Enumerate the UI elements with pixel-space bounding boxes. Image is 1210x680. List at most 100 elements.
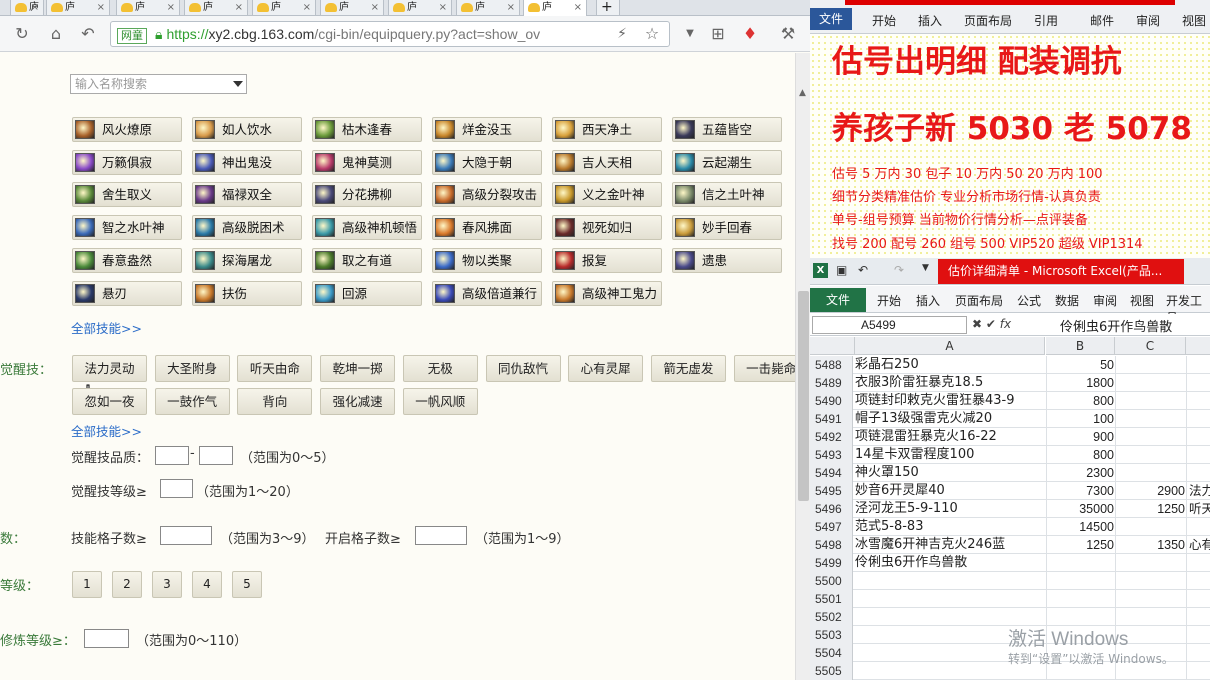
cell-c[interactable] xyxy=(1115,356,1185,374)
cell-d[interactable]: 法力 xyxy=(1186,482,1210,500)
excel-ribbon-tab[interactable]: 数据 xyxy=(1055,292,1079,309)
excel-ribbon-tab[interactable]: 开始 xyxy=(877,292,901,309)
all-awaken-skills-link[interactable]: 全部技能>> xyxy=(71,421,142,440)
cell-a[interactable]: 帽子13级强雷克火减20 xyxy=(855,410,1045,428)
cell-a[interactable]: 范式5-8-83 xyxy=(855,518,1045,536)
skill-button[interactable]: 智之水叶神 xyxy=(72,215,182,240)
skill-button[interactable]: 悬刃 xyxy=(72,281,182,306)
tab-close-icon[interactable]: × xyxy=(574,0,582,15)
cell-b[interactable]: 800 xyxy=(1046,392,1114,410)
cell-c[interactable] xyxy=(1115,446,1185,464)
cell-b[interactable]: 1250 xyxy=(1046,536,1114,554)
star-icon[interactable]: ☆ xyxy=(642,24,662,44)
tab-close-icon[interactable]: × xyxy=(167,0,175,15)
row-number[interactable]: 5504 xyxy=(810,644,853,662)
word-ribbon-tab[interactable]: 插入 xyxy=(918,12,942,29)
cell-a[interactable] xyxy=(855,572,1045,590)
tab-close-icon[interactable]: × xyxy=(507,0,515,15)
cell-d[interactable] xyxy=(1186,464,1210,482)
url-bar[interactable]: 网童 🔒︎ https://xy2.cbg.163.com/cgi-bin/equi… xyxy=(110,21,670,47)
cell-a[interactable]: 彩晶石250 xyxy=(855,356,1045,374)
row-number[interactable]: 5501 xyxy=(810,590,853,608)
fx-icon[interactable]: fx xyxy=(1000,317,1011,331)
browser-tab[interactable]: 庐 × xyxy=(388,0,452,16)
cancel-icon[interactable]: ✖ xyxy=(972,317,982,331)
skill-button[interactable]: 高级神工鬼力 xyxy=(552,281,662,306)
level-option-button[interactable]: 2 xyxy=(112,571,142,598)
cell-d[interactable] xyxy=(1186,662,1210,680)
cell-b[interactable]: 1800 xyxy=(1046,374,1114,392)
lightning-icon[interactable]: ⚡︎ xyxy=(612,24,632,44)
skill-button[interactable]: 回源 xyxy=(312,281,422,306)
skill-button[interactable]: 云起潮生 xyxy=(672,150,782,175)
word-ribbon-tab[interactable]: 引用 xyxy=(1034,12,1058,29)
cell-d[interactable] xyxy=(1186,590,1210,608)
cell-c[interactable]: 2900 xyxy=(1115,482,1185,500)
skill-button[interactable]: 高级倍道兼行 xyxy=(432,281,542,306)
word-file-tab[interactable]: 文件 xyxy=(810,8,852,30)
skill-button[interactable]: 报复 xyxy=(552,248,662,273)
row-number[interactable]: 5505 xyxy=(810,662,853,680)
row-number[interactable]: 5500 xyxy=(810,572,853,590)
tab-close-icon[interactable]: × xyxy=(371,0,379,15)
name-search-select[interactable]: 输入名称搜索 xyxy=(70,74,247,94)
cell-b[interactable]: 2300 xyxy=(1046,464,1114,482)
cell-a[interactable]: 神火罩150 xyxy=(855,464,1045,482)
skill-button[interactable]: 万籁俱寂 xyxy=(72,150,182,175)
select-all-corner[interactable] xyxy=(810,337,855,355)
cell-b[interactable] xyxy=(1046,554,1114,572)
awaken-skill-button[interactable]: 大圣附身 xyxy=(154,355,230,382)
confirm-icon[interactable]: ✔ xyxy=(986,317,996,331)
cell-c[interactable]: 1350 xyxy=(1115,536,1185,554)
tab-close-icon[interactable]: × xyxy=(31,0,39,15)
awaken-quality-max-input[interactable] xyxy=(199,446,233,465)
cell-a[interactable]: 冰雪魔6开神吉克火246蓝 xyxy=(855,536,1045,554)
awaken-skill-button[interactable]: 忽如一夜 xyxy=(72,388,147,415)
all-skills-link[interactable]: 全部技能>> xyxy=(71,318,142,337)
browser-tab[interactable]: 庐 × xyxy=(184,0,248,16)
skill-button[interactable]: 春意盎然 xyxy=(72,248,182,273)
cell-c[interactable] xyxy=(1115,464,1185,482)
column-header[interactable]: B xyxy=(1046,337,1115,355)
skill-button[interactable]: 扶伤 xyxy=(192,281,302,306)
level-option-button[interactable]: 1 xyxy=(72,571,102,598)
skill-button[interactable]: 物以类聚 xyxy=(432,248,542,273)
skill-button[interactable]: 高级神机顿悟 xyxy=(312,215,422,240)
word-ribbon-tab[interactable]: 页面布局 xyxy=(964,12,1012,29)
browser-tab[interactable]: 庐 × xyxy=(523,0,587,17)
cell-c[interactable] xyxy=(1115,590,1185,608)
column-header[interactable]: A xyxy=(855,337,1045,355)
row-number[interactable]: 5502 xyxy=(810,608,853,626)
word-ribbon-tab[interactable]: 视图 xyxy=(1182,12,1206,29)
name-box[interactable]: A5499 xyxy=(812,316,967,334)
skill-button[interactable]: 遗患 xyxy=(672,248,782,273)
cell-a[interactable]: 14星卡双雷程度100 xyxy=(855,446,1045,464)
undo-icon[interactable]: ↶ xyxy=(78,24,98,44)
new-tab-button[interactable]: + xyxy=(596,0,620,16)
column-header[interactable]: C xyxy=(1115,337,1186,355)
cell-d[interactable] xyxy=(1186,626,1210,644)
tab-close-icon[interactable]: × xyxy=(235,0,243,15)
cell-d[interactable] xyxy=(1186,356,1210,374)
row-number[interactable]: 5497 xyxy=(810,518,853,536)
reload-icon[interactable]: ↻ xyxy=(12,24,32,44)
skill-button[interactable]: 探海屠龙 xyxy=(192,248,302,273)
excel-ribbon-tab[interactable]: 审阅 xyxy=(1093,292,1117,309)
word-ribbon-tab[interactable]: 审阅 xyxy=(1136,12,1160,29)
skill-button[interactable]: 高级脱困术 xyxy=(192,215,302,240)
redo-icon[interactable]: ↷ xyxy=(894,263,904,277)
awaken-skill-button[interactable]: 无极 xyxy=(402,355,478,382)
word-ribbon-tab[interactable]: 开始 xyxy=(872,12,896,29)
cell-d[interactable] xyxy=(1186,446,1210,464)
row-number[interactable]: 5490 xyxy=(810,392,853,410)
skill-button[interactable]: 大隐于朝 xyxy=(432,150,542,175)
cell-c[interactable] xyxy=(1115,374,1185,392)
level-option-button[interactable]: 4 xyxy=(192,571,222,598)
home-icon[interactable]: ⌂ xyxy=(46,24,66,44)
level-option-button[interactable]: 5 xyxy=(232,571,262,598)
skill-button[interactable]: 福禄双全 xyxy=(192,182,302,207)
game-icon[interactable]: ♦ xyxy=(740,24,760,44)
cell-d[interactable] xyxy=(1186,410,1210,428)
cell-c[interactable]: 1250 xyxy=(1115,500,1185,518)
cell-b[interactable]: 50 xyxy=(1046,356,1114,374)
